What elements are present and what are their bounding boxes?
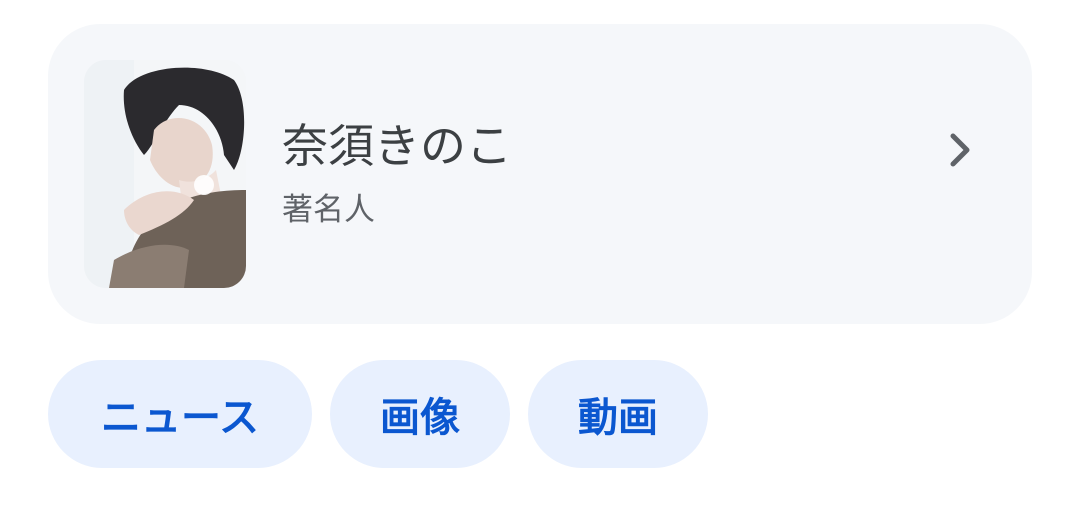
chip-videos-label: 動画 — [578, 395, 658, 441]
chip-videos[interactable]: 動画 — [528, 360, 708, 468]
entity-title[interactable]: 奈須きのこ — [282, 116, 512, 176]
chevron-right-icon[interactable] — [938, 128, 982, 172]
person-photo-icon — [84, 60, 246, 288]
chip-news-label: ニュース — [101, 395, 259, 441]
entity-card[interactable]: 奈須きのこ 著名人 — [48, 24, 1032, 324]
chip-images-label: 画像 — [380, 395, 460, 441]
entity-thumbnail[interactable] — [84, 60, 246, 288]
chip-news[interactable]: ニュース — [48, 360, 312, 468]
chip-images[interactable]: 画像 — [330, 360, 510, 468]
entity-subtitle: 著名人 — [282, 192, 375, 228]
